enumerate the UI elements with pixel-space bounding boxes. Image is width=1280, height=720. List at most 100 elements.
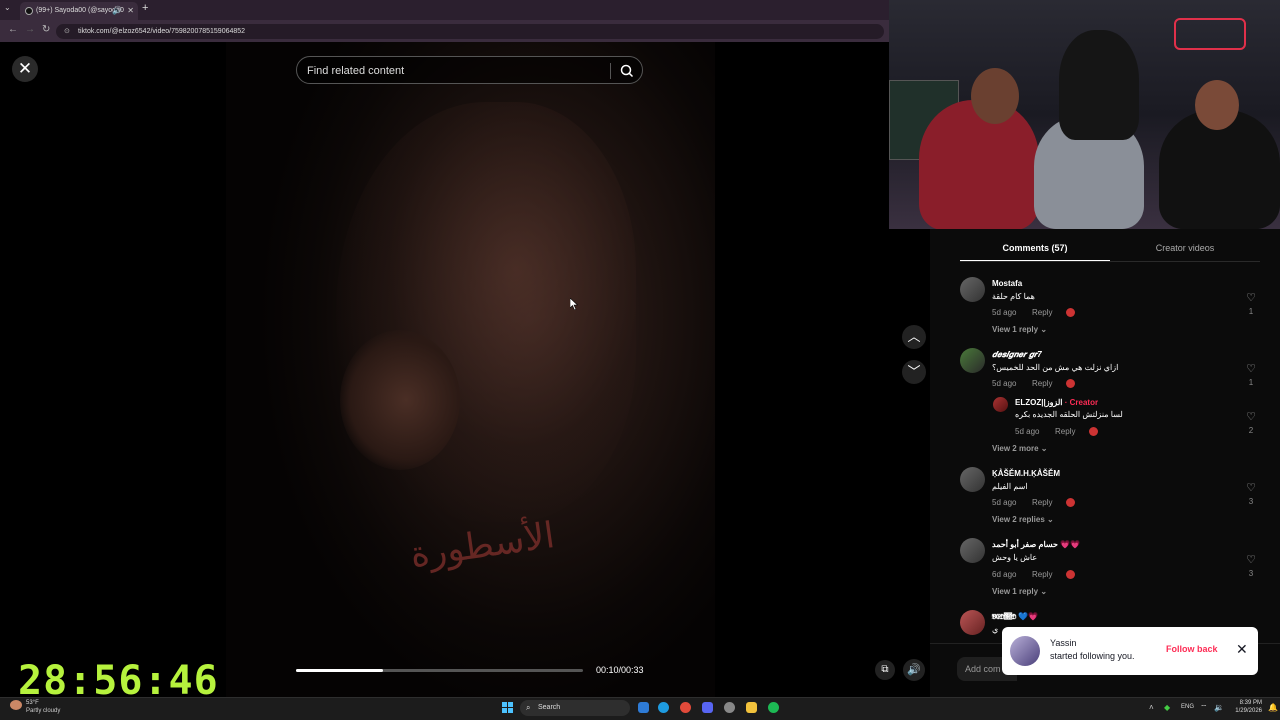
tab-comments[interactable]: Comments (57) <box>960 243 1110 253</box>
taskbar-search-label: Search <box>538 704 561 711</box>
avatar[interactable] <box>960 538 985 563</box>
clock-date[interactable]: 1/29/2026 <box>1230 708 1262 714</box>
comment-author[interactable]: Mostafa <box>992 279 1022 288</box>
browser-tab[interactable]: (99+) Sayoda00 (@sayoda0 🔊 ✕ <box>20 2 138 20</box>
comment-author[interactable]: حسام صفر أبو أحمد 💗💗 <box>992 540 1080 549</box>
comment-author[interactable]: 𝒅𝒆𝒔𝒊𝒈𝒏𝒆𝒓 𝒈𝒓7 <box>992 350 1042 360</box>
weather-icon[interactable] <box>10 700 22 710</box>
reply-button[interactable]: Reply <box>1032 570 1052 579</box>
settings-gear-icon[interactable] <box>724 702 735 713</box>
webcam-overlay <box>889 0 1280 229</box>
wifi-icon[interactable]: ⌔ <box>1200 703 1208 713</box>
reply-button[interactable]: Reply <box>1032 308 1052 317</box>
reply-button[interactable]: Reply <box>1032 498 1052 507</box>
forward-icon[interactable]: → <box>25 24 35 35</box>
reply-button[interactable]: Reply <box>1032 379 1052 388</box>
reply-button[interactable]: Reply <box>1055 427 1075 436</box>
progress-fill[interactable] <box>296 669 383 672</box>
like-heart-icon[interactable]: ♡ <box>1244 553 1258 566</box>
avatar[interactable] <box>960 277 985 302</box>
view-more-button[interactable]: View 2 more ⌄ <box>992 444 1047 453</box>
comment-time: 5d ago <box>992 308 1017 317</box>
spotify-icon[interactable] <box>768 702 779 713</box>
weather-temp: 53°F <box>26 700 39 706</box>
close-video-button[interactable]: ✕ <box>12 56 38 82</box>
avatar[interactable] <box>960 610 985 635</box>
comment-text: عاش يا وحش <box>992 553 1038 562</box>
avatar[interactable] <box>1010 636 1040 666</box>
comment-text: لسا منزلتش الحلقه الجديده بكره <box>1015 410 1123 419</box>
next-video-button[interactable]: ﹀ <box>902 360 926 384</box>
reaction-icon <box>1089 427 1098 436</box>
search-icon[interactable] <box>619 63 635 79</box>
mouse-cursor-icon <box>570 298 578 310</box>
url-text: tiktok.com/@elzoz6542/video/759820078515… <box>78 28 246 35</box>
view-replies-button[interactable]: View 1 reply ⌄ <box>992 587 1047 596</box>
file-explorer-icon[interactable] <box>746 702 757 713</box>
tray-app-icon[interactable]: ◆ <box>1164 703 1170 712</box>
volume-icon[interactable]: 🔊 <box>903 659 925 681</box>
like-heart-icon[interactable]: ♡ <box>1244 362 1258 375</box>
like-heart-icon[interactable]: ♡ <box>1244 481 1258 494</box>
site-info-icon[interactable]: ⊙ <box>64 24 70 39</box>
taskbar-search[interactable]: ⌕ Search <box>520 700 630 716</box>
copilot-icon[interactable] <box>638 702 649 713</box>
previous-video-button[interactable]: ︿ <box>902 325 926 349</box>
reload-icon[interactable]: ↻ <box>42 24 50 35</box>
like-count: 3 <box>1248 569 1254 578</box>
edge-icon[interactable] <box>658 702 669 713</box>
discord-icon[interactable] <box>702 702 713 713</box>
comment-text: ي <box>992 625 999 634</box>
url-field[interactable]: ⊙ tiktok.com/@elzoz6542/video/7598200785… <box>56 24 884 39</box>
pip-icon[interactable]: ⧉ <box>875 660 895 680</box>
toast-name: Yassin <box>1050 638 1077 648</box>
speaker-icon[interactable]: 🔊 <box>112 2 122 20</box>
like-heart-icon[interactable]: ♡ <box>1244 410 1258 423</box>
back-icon[interactable]: ← <box>8 24 18 35</box>
tab-menu-icon[interactable]: ⌄ <box>4 3 11 12</box>
reaction-icon <box>1066 308 1075 317</box>
head-3 <box>1195 80 1239 130</box>
like-heart-icon[interactable]: ♡ <box>1244 291 1258 304</box>
video-frame[interactable] <box>226 42 715 697</box>
clock-time[interactable]: 8:39 PM <box>1234 700 1262 706</box>
comment-time: 6d ago <box>992 570 1017 579</box>
reaction-icon <box>1066 570 1075 579</box>
new-tab-button[interactable]: + <box>142 2 148 14</box>
tiktok-favicon-icon <box>25 7 33 15</box>
volume-tray-icon[interactable]: 🔉 <box>1214 703 1224 712</box>
language-indicator[interactable]: ENG <box>1181 704 1194 710</box>
like-count: 3 <box>1248 497 1254 506</box>
tray-chevron-icon[interactable]: ˄ <box>1149 703 1154 712</box>
related-search-box[interactable] <box>296 56 643 84</box>
search-icon: ⌕ <box>526 703 531 712</box>
chrome-icon[interactable] <box>680 702 691 713</box>
like-count: 1 <box>1248 307 1254 316</box>
weather-desc: Partly cloudy <box>26 708 61 714</box>
comment-author[interactable]: ELZOZ||الزوز · Creator <box>1015 398 1098 407</box>
comment-author[interactable]: ĶẢŠĚM.H.ĶẢŠĚM <box>992 469 1060 478</box>
ear-shading <box>340 330 460 470</box>
neon-sign-shape <box>1174 18 1246 50</box>
follow-back-button[interactable]: Follow back <box>1166 644 1218 654</box>
toast-message: started following you. <box>1050 651 1135 661</box>
notification-bell-icon[interactable]: 🔔 <box>1268 703 1278 712</box>
person-red-hoodie <box>919 100 1039 229</box>
search-input[interactable] <box>307 63 602 79</box>
view-replies-button[interactable]: View 1 reply ⌄ <box>992 325 1047 334</box>
comment-author[interactable]: 𝔅𝔈𝔇𝔕𝔇 💙💗 <box>992 612 1038 621</box>
active-tab-underline <box>960 260 1110 261</box>
avatar[interactable] <box>960 467 985 492</box>
head-1 <box>971 68 1019 124</box>
comment-time: 5d ago <box>992 498 1017 507</box>
view-replies-button[interactable]: View 2 replies ⌄ <box>992 515 1054 524</box>
like-count: 1 <box>1248 378 1254 387</box>
close-tab-icon[interactable]: ✕ <box>127 2 134 20</box>
close-icon[interactable]: ✕ <box>1236 641 1248 658</box>
avatar[interactable] <box>993 397 1008 412</box>
start-button[interactable] <box>502 702 513 713</box>
tab-creator-videos[interactable]: Creator videos <box>1120 243 1250 253</box>
comment-time: 5d ago <box>992 379 1017 388</box>
avatar[interactable] <box>960 348 985 373</box>
comment-text: هما كام حلقة <box>992 292 1035 301</box>
